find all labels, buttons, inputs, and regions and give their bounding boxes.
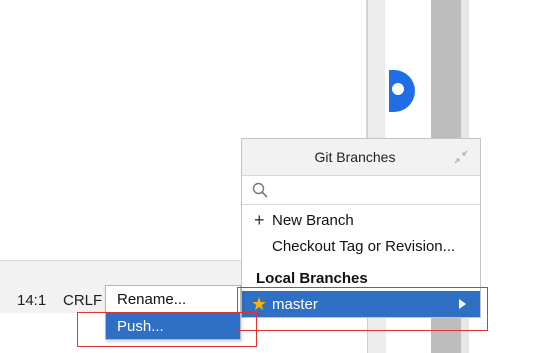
popup-header: Git Branches [242, 139, 480, 175]
local-branches-header: Local Branches [256, 270, 368, 287]
caret-position[interactable]: 14:1 [17, 292, 46, 309]
new-branch-label: New Branch [272, 212, 354, 229]
plus-icon: + [254, 210, 265, 230]
collapse-icon[interactable] [454, 150, 468, 164]
highlight-box-push [77, 312, 257, 347]
checkout-tag-label: Checkout Tag or Revision... [272, 238, 456, 255]
search-row [242, 175, 480, 205]
rename-menu-item[interactable]: Rename... [106, 286, 240, 312]
checkout-tag-item[interactable]: Checkout Tag or Revision... [242, 234, 480, 260]
search-input[interactable] [272, 179, 476, 201]
rename-label: Rename... [117, 291, 187, 308]
new-branch-item[interactable]: + New Branch [242, 208, 480, 234]
highlight-box-master [237, 287, 488, 331]
popup-title: Git Branches [314, 149, 396, 165]
line-ending[interactable]: CRLF [63, 292, 102, 309]
assistant-icon-inner [392, 83, 404, 95]
search-icon [252, 182, 268, 198]
